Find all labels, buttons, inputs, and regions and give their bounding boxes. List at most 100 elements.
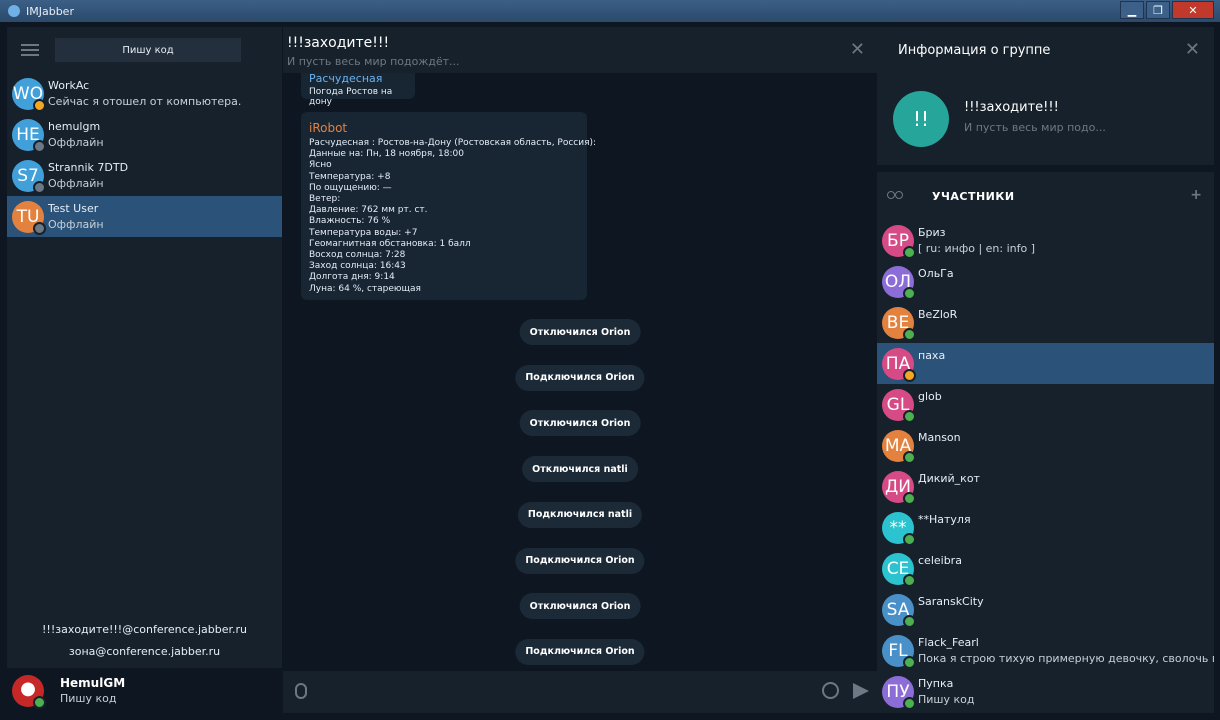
presence-dot	[903, 532, 916, 546]
member-name: **Натуля	[918, 512, 971, 526]
contact-item[interactable]: TU Test User Оффлайн	[7, 196, 282, 237]
close-info-icon[interactable]: ✕	[1185, 39, 1200, 60]
member-name: Бриз	[918, 225, 946, 239]
group-name: !!!заходите!!!	[964, 100, 1059, 115]
current-user[interactable]: HemulGM Пишу код	[7, 668, 282, 713]
member-name: ОльГа	[918, 266, 954, 280]
member-status	[918, 610, 984, 626]
group-info-panel: Информация о группе ✕ !! !!!заходите!!! …	[877, 27, 1214, 713]
presence-dot	[903, 450, 916, 464]
member-status	[918, 282, 954, 298]
member-item[interactable]: ПА паха	[877, 343, 1214, 384]
member-status	[918, 323, 957, 339]
presence-dot	[33, 139, 46, 153]
close-chat-icon[interactable]: ✕	[850, 39, 865, 60]
member-item[interactable]: CE celeibra	[877, 548, 1214, 589]
contact-status: Оффлайн	[48, 217, 104, 231]
group-info-title: Информация о группе	[898, 42, 1051, 58]
member-item[interactable]: ДИ Дикий_кот	[877, 466, 1214, 507]
member-item[interactable]: FL Flack_Fearl Пока я строю тихую примерну…	[877, 630, 1214, 671]
contact-list: WO WorkAc Сейчас я отошел от компьютера. HE…	[7, 73, 282, 237]
member-name: Пупка	[918, 676, 954, 690]
emoji-icon[interactable]	[822, 682, 839, 699]
system-message: Отключился natli	[522, 456, 638, 483]
members-icon	[887, 191, 905, 203]
presence-dot	[903, 573, 916, 587]
member-status: Пишу код	[918, 692, 975, 706]
presence-dot	[33, 98, 46, 112]
member-avatar: GL	[882, 388, 916, 423]
app-icon	[8, 5, 20, 17]
member-avatar: MA	[882, 429, 916, 464]
contact-status: Сейчас я отошел от компьютера.	[48, 94, 242, 108]
member-status	[918, 446, 961, 462]
member-status	[918, 528, 971, 544]
group-card: !! !!!заходите!!! И пусть весь мир подо.…	[877, 73, 1214, 165]
add-member-icon[interactable]: +	[1190, 187, 1202, 203]
contact-avatar: S7	[12, 159, 46, 194]
chat-subtitle: И пусть весь мир подождёт...	[287, 55, 460, 68]
presence-dot	[903, 491, 916, 505]
members-header: УЧАСТНИКИ +	[877, 185, 1214, 209]
member-item[interactable]: БР Бриз [ ru: инфо | en: info ]	[877, 220, 1214, 261]
user-name: HemulGM	[60, 675, 126, 690]
member-status: [ ru: инфо | en: info ]	[918, 241, 1036, 255]
contact-name: WorkAc	[48, 78, 90, 92]
member-name: glob	[918, 389, 942, 403]
system-message: Подключился natli	[517, 501, 643, 528]
member-item[interactable]: ПУ Пупка Пишу код	[877, 671, 1214, 712]
room-item[interactable]: !!!заходите!!!@conference.jabber.ru	[7, 619, 282, 641]
user-status: Пишу код	[60, 691, 117, 705]
contact-name: Strannik 7DTD	[48, 160, 129, 174]
member-item[interactable]: ОЛ ОльГа	[877, 261, 1214, 302]
member-item[interactable]: BE BeZloR	[877, 302, 1214, 343]
attach-icon[interactable]	[295, 683, 307, 699]
contact-item[interactable]: S7 Strannik 7DTD Оффлайн	[7, 155, 282, 196]
contact-item[interactable]: WO WorkAc Сейчас я отошел от компьютера.	[7, 73, 282, 114]
chat-title: !!!заходите!!!	[287, 35, 390, 51]
member-item[interactable]: MA Manson	[877, 425, 1214, 466]
member-name: Дикий_кот	[918, 471, 980, 485]
member-name: паха	[918, 348, 946, 362]
member-avatar: FL	[882, 634, 916, 669]
close-window-button[interactable]: ✕	[1172, 1, 1214, 19]
maximize-button[interactable]: ❐	[1146, 1, 1170, 19]
send-icon[interactable]	[853, 683, 869, 699]
member-name: Flack_Fearl	[918, 635, 979, 649]
member-status	[918, 487, 980, 503]
minimize-button[interactable]: ▁	[1120, 1, 1144, 19]
member-avatar: BE	[882, 306, 916, 341]
status-input[interactable]: Пишу код	[55, 38, 241, 62]
presence-dot	[903, 327, 916, 341]
message-bubble: Расчудесная Погода Ростов на дону	[301, 73, 415, 107]
system-message: Подключился Orion	[515, 638, 645, 665]
window-title: IMJabber	[26, 4, 74, 18]
contact-status: Оффлайн	[48, 176, 104, 190]
menu-icon[interactable]	[21, 44, 39, 56]
member-item[interactable]: ** **Натуля	[877, 507, 1214, 548]
window-titlebar: IMJabber ▁ ❐ ✕	[0, 0, 1220, 22]
member-status	[918, 364, 945, 380]
message-sender[interactable]: Расчудесная	[309, 73, 407, 85]
member-name: Manson	[918, 430, 961, 444]
message-sender[interactable]: iRobot	[309, 121, 579, 135]
member-list: БР Бриз[ ru: инфо | en: info ] ОЛ ОльГа BE B…	[877, 220, 1214, 712]
system-message: Отключился Orion	[519, 593, 641, 620]
member-avatar: ПУ	[882, 675, 916, 710]
contact-avatar: WO	[12, 77, 46, 112]
contact-item[interactable]: HE hemulgm Оффлайн	[7, 114, 282, 155]
member-status	[918, 569, 962, 585]
message-bubble: iRobot Расчудесная : Ростов-на-Дону (Рос…	[301, 112, 596, 300]
member-name: BeZloR	[918, 307, 958, 321]
chat-header: !!!заходите!!! И пусть весь мир подождёт…	[283, 27, 877, 73]
member-item[interactable]: SA SaranskCity	[877, 589, 1214, 630]
sidebar: Пишу код WO WorkAc Сейчас я отошел от комп…	[7, 27, 283, 713]
room-item[interactable]: зона@conference.jabber.ru	[7, 641, 282, 663]
message-composer[interactable]	[283, 671, 877, 713]
presence-dot	[33, 221, 46, 235]
group-avatar: !!	[893, 91, 949, 147]
member-item[interactable]: GL glob	[877, 384, 1214, 425]
contact-name: Test User	[48, 201, 99, 215]
presence-dot	[903, 245, 916, 259]
presence-dot	[903, 368, 916, 382]
